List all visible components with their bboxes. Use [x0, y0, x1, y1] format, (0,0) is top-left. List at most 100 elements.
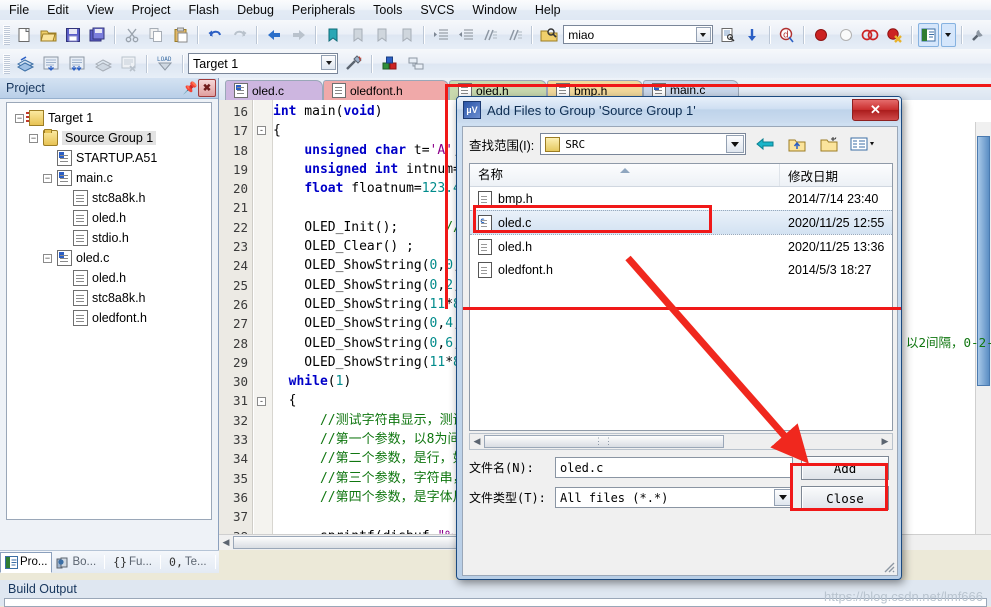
tree-item-target[interactable]: − Target 1 — [9, 108, 209, 128]
target-select[interactable]: Target 1 — [188, 53, 338, 74]
bookmark-prev-icon[interactable] — [346, 23, 369, 47]
fold-toggle-icon[interactable]: - — [257, 396, 266, 406]
dialog-title-bar[interactable]: µV Add Files to Group 'Source Group 1' ✕ — [457, 97, 901, 123]
tree-item-source-group[interactable]: − Source Group 1 — [9, 128, 209, 148]
menu-item-view[interactable]: View — [78, 1, 123, 19]
menu-item-tools[interactable]: Tools — [364, 1, 411, 19]
menu-item-file[interactable]: File — [0, 1, 38, 19]
view-tab-functions[interactable]: {} Fu... — [109, 553, 156, 572]
file-list-item-bmp-h[interactable]: bmp.h 2014/7/14 23:40 — [470, 187, 892, 210]
collapse-toggle-icon[interactable]: − — [29, 133, 38, 143]
scrollbar-thumb[interactable]: ⋮⋮ — [484, 435, 724, 448]
navigate-forward-icon[interactable] — [287, 23, 310, 47]
scroll-left-icon[interactable]: ◀ — [219, 537, 233, 548]
scroll-left-icon[interactable]: ◀ — [470, 436, 484, 447]
comment-icon[interactable] — [479, 23, 502, 47]
find-in-files-icon[interactable] — [538, 23, 561, 47]
collapse-toggle-icon[interactable]: − — [15, 113, 24, 123]
toolbar-grip[interactable] — [3, 24, 10, 45]
add-button[interactable]: Add — [801, 456, 889, 480]
tree-item-oled-h-2[interactable]: oled.h — [9, 268, 209, 288]
configuration-icon[interactable] — [968, 23, 991, 47]
view-mode-icon[interactable] — [848, 132, 882, 156]
view-tab-project[interactable]: Pro... — [0, 551, 53, 573]
column-header-name[interactable]: 名称 — [470, 164, 780, 186]
stop-build-icon[interactable] — [117, 52, 141, 76]
view-tab-templates[interactable]: 0, Te... — [165, 553, 211, 572]
indent-icon[interactable] — [430, 23, 453, 47]
editor-tab-oled-c[interactable]: oled.c — [225, 80, 323, 100]
column-header-date[interactable]: 修改日期 — [780, 166, 838, 185]
tree-item-stc8a8k-h-2[interactable]: stc8a8k.h — [9, 288, 209, 308]
tree-item-oledfont-h[interactable]: oledfont.h — [9, 308, 209, 328]
code-folding-column[interactable]: --- — [254, 100, 273, 550]
tree-item-main-c[interactable]: − main.c — [9, 168, 209, 188]
toolbar-grip[interactable] — [3, 53, 10, 74]
tree-item-startup-a51[interactable]: STARTUP.A51 — [9, 148, 209, 168]
chevron-down-icon[interactable] — [321, 55, 336, 70]
multi-project-icon[interactable] — [404, 52, 428, 76]
search-input[interactable]: miao — [568, 28, 594, 42]
collapse-toggle-icon[interactable]: − — [43, 173, 52, 183]
file-list[interactable]: 名称 修改日期 bmp.h 2014/7/14 23:40 oled.c 202… — [469, 163, 893, 431]
open-file-icon[interactable] — [37, 23, 60, 47]
breakpoint-icon[interactable] — [810, 23, 833, 47]
close-button[interactable]: Close — [801, 486, 889, 510]
search-combo[interactable]: miao — [563, 25, 713, 44]
close-icon[interactable]: ✕ — [852, 99, 899, 121]
download-icon[interactable]: LOAD — [153, 52, 177, 76]
redo-icon[interactable] — [228, 23, 251, 47]
save-all-icon[interactable] — [86, 23, 109, 47]
navigate-back-icon[interactable] — [263, 23, 286, 47]
target-options-icon[interactable] — [342, 52, 366, 76]
chevron-down-icon[interactable] — [695, 27, 711, 42]
build-icon[interactable] — [39, 52, 63, 76]
menu-item-edit[interactable]: Edit — [38, 1, 78, 19]
bookmark-toggle-icon[interactable] — [322, 23, 345, 47]
chevron-down-icon[interactable] — [774, 489, 791, 506]
menu-item-help[interactable]: Help — [526, 1, 570, 19]
file-type-select[interactable]: All files (*.*) — [555, 487, 793, 508]
rebuild-icon[interactable] — [65, 52, 89, 76]
menu-item-flash[interactable]: Flash — [179, 1, 228, 19]
editor-tab-oledfont-h[interactable]: oledfont.h — [323, 80, 449, 100]
view-tab-books[interactable]: Bo... — [52, 553, 100, 572]
insert-define-icon[interactable] — [741, 23, 764, 47]
outdent-icon[interactable] — [454, 23, 477, 47]
look-in-select[interactable]: SRC — [540, 133, 747, 155]
tree-item-stdio-h[interactable]: stdio.h — [9, 228, 209, 248]
cut-icon[interactable] — [121, 23, 144, 47]
file-list-item-oled-c[interactable]: oled.c 2020/11/25 12:55 — [470, 210, 892, 235]
file-list-item-oled-h[interactable]: oled.h 2020/11/25 13:36 — [470, 235, 892, 258]
file-list-horizontal-scrollbar[interactable]: ◀ ⋮⋮ ▶ — [469, 433, 893, 450]
collapse-toggle-icon[interactable]: − — [43, 253, 52, 263]
chevron-down-icon[interactable] — [940, 22, 956, 47]
uncomment-icon[interactable] — [503, 23, 526, 47]
menu-item-debug[interactable]: Debug — [228, 1, 283, 19]
breakpoint-toggle-icon[interactable] — [859, 23, 882, 47]
tree-item-oled-h[interactable]: oled.h — [9, 208, 209, 228]
undo-icon[interactable] — [204, 23, 227, 47]
breakpoint-kill-all-icon[interactable] — [884, 23, 907, 47]
tree-item-stc8a8k-h[interactable]: stc8a8k.h — [9, 188, 209, 208]
close-icon[interactable]: ✖ — [198, 79, 216, 97]
menu-item-svcs[interactable]: SVCS — [411, 1, 463, 19]
paste-icon[interactable] — [170, 23, 193, 47]
file-list-item-oledfont-h[interactable]: oledfont.h 2014/5/3 18:27 — [470, 258, 892, 281]
project-tree[interactable]: − Target 1 − Source Group 1 STARTUP.A51 … — [6, 102, 212, 520]
menu-item-peripherals[interactable]: Peripherals — [283, 1, 364, 19]
manage-components-icon[interactable] — [378, 52, 402, 76]
translate-icon[interactable] — [13, 52, 37, 76]
source-browse-icon[interactable] — [717, 23, 740, 47]
save-icon[interactable] — [62, 23, 85, 47]
scroll-right-icon[interactable]: ▶ — [878, 436, 892, 447]
up-folder-icon[interactable] — [784, 132, 810, 156]
add-files-dialog[interactable]: µV Add Files to Group 'Source Group 1' ✕… — [456, 96, 902, 580]
bookmark-clear-icon[interactable] — [395, 23, 418, 47]
pin-icon[interactable]: 📌 — [182, 80, 198, 96]
menu-item-window[interactable]: Window — [463, 1, 525, 19]
file-name-input[interactable]: oled.c — [555, 457, 793, 478]
batch-build-icon[interactable] — [91, 52, 115, 76]
back-arrow-icon[interactable] — [752, 132, 778, 156]
chevron-down-icon[interactable] — [726, 135, 745, 153]
